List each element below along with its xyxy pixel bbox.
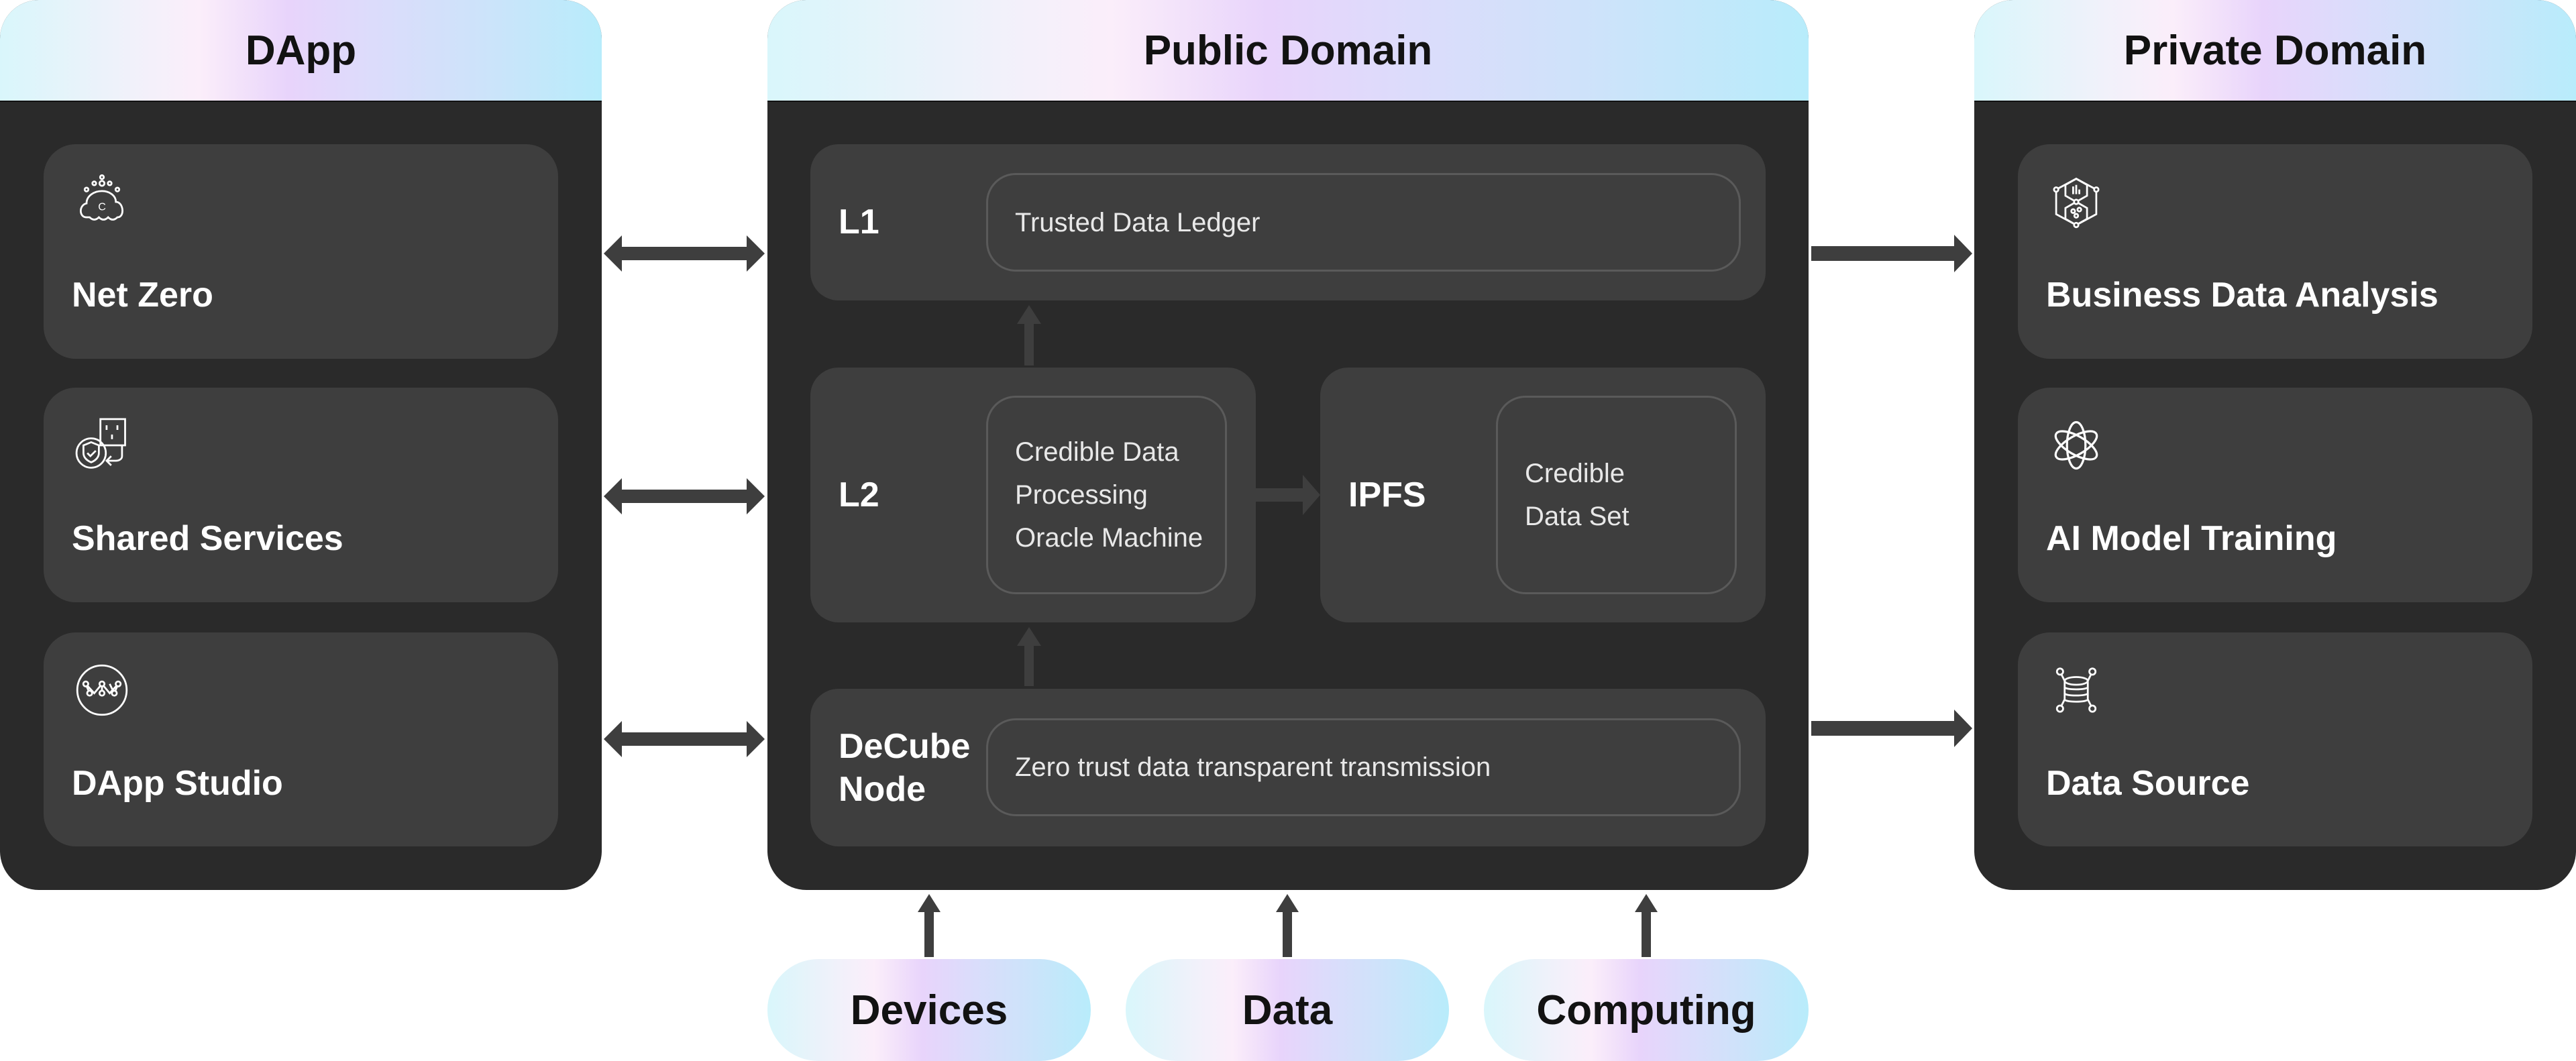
- network-circle-icon: [76, 664, 128, 716]
- private-domain-title: Private Domain: [1974, 0, 2576, 102]
- private-card-ai-model-training[interactable]: AI Model Training: [2018, 388, 2532, 602]
- arrow-l2-to-ipfs: [1256, 475, 1320, 515]
- oracle-text-line: Oracle Machine: [1015, 523, 1203, 553]
- public-domain-title: Public Domain: [767, 0, 1809, 102]
- private-card-title: Data Source: [2046, 764, 2250, 803]
- data-set-text-line: Data Set: [1525, 502, 1629, 531]
- decube-label-line: DeCube: [839, 727, 971, 766]
- private-card-title: AI Model Training: [2046, 519, 2337, 558]
- decube-label-line: Node: [839, 770, 926, 809]
- trusted-data-ledger: Trusted Data Ledger: [986, 173, 1741, 272]
- bidirectional-arrow-dapp-studio: [604, 721, 765, 757]
- dapp-card-dapp-studio[interactable]: DApp Studio: [44, 632, 558, 846]
- arrow-decube-to-l2: [1017, 627, 1041, 686]
- shield-plug-icon: [75, 418, 126, 469]
- input-pill-devices[interactable]: Devices: [767, 959, 1091, 1061]
- data-hexagon-icon: [2053, 177, 2100, 229]
- dapp-card-title: DApp Studio: [72, 764, 283, 803]
- arrow-to-data-source: [1811, 710, 1972, 747]
- carbon-cloud-icon: C: [80, 174, 123, 221]
- decube-node-box[interactable]: DeCube Node Zero trust data transparent …: [810, 689, 1766, 846]
- private-domain-panel: Private Domain Business Data Analysis AI…: [1974, 0, 2576, 890]
- dapp-panel: DApp C Net Zero Shared Services DApp Stu…: [0, 0, 602, 890]
- public-domain-panel: Public Domain L1 Trusted Data Ledger L2 …: [767, 0, 1809, 890]
- decube-node-label: DeCube Node: [839, 725, 970, 811]
- arrow-to-business-data-analysis: [1811, 235, 1972, 272]
- credible-data-processing-oracle: Credible Data Processing Oracle Machine: [986, 396, 1227, 594]
- private-card-data-source[interactable]: Data Source: [2018, 632, 2532, 846]
- zero-trust-transmission-text: Zero trust data transparent transmission: [1015, 752, 1491, 782]
- database-network-icon: [2055, 667, 2097, 713]
- l1-box[interactable]: L1 Trusted Data Ledger: [810, 144, 1766, 300]
- ipfs-box[interactable]: IPFS Credible Data Set: [1320, 368, 1766, 622]
- input-pill-data[interactable]: Data: [1126, 959, 1449, 1061]
- dapp-card-shared-services[interactable]: Shared Services: [44, 388, 558, 602]
- credible-data-set: Credible Data Set: [1496, 396, 1737, 594]
- dapp-card-net-zero[interactable]: C Net Zero: [44, 144, 558, 359]
- arrow-devices-up: [918, 894, 941, 957]
- arrow-computing-up: [1635, 894, 1658, 957]
- zero-trust-transmission: Zero trust data transparent transmission: [986, 718, 1741, 816]
- l2-box[interactable]: L2 Credible Data Processing Oracle Machi…: [810, 368, 1256, 622]
- oracle-text-line: Credible Data: [1015, 437, 1179, 467]
- input-pill-computing[interactable]: Computing: [1484, 959, 1809, 1061]
- trusted-data-ledger-text: Trusted Data Ledger: [1015, 207, 1260, 237]
- atom-icon: [2054, 421, 2098, 470]
- l2-label: L2: [839, 476, 879, 514]
- oracle-text-line: Processing: [1015, 480, 1148, 510]
- dapp-card-title: Shared Services: [72, 519, 343, 558]
- bidirectional-arrow-shared-services: [604, 478, 765, 514]
- l1-label: L1: [839, 203, 879, 241]
- arrow-l2-to-l1: [1017, 305, 1041, 366]
- private-card-business-data-analysis[interactable]: Business Data Analysis: [2018, 144, 2532, 359]
- arrow-data-up: [1276, 894, 1299, 957]
- data-set-text-line: Credible: [1525, 459, 1625, 488]
- bidirectional-arrow-net-zero: [604, 235, 765, 272]
- dapp-panel-title: DApp: [0, 0, 602, 102]
- private-card-title: Business Data Analysis: [2046, 276, 2438, 315]
- svg-text:C: C: [98, 201, 106, 213]
- ipfs-label: IPFS: [1348, 476, 1426, 514]
- dapp-card-title: Net Zero: [72, 276, 213, 315]
